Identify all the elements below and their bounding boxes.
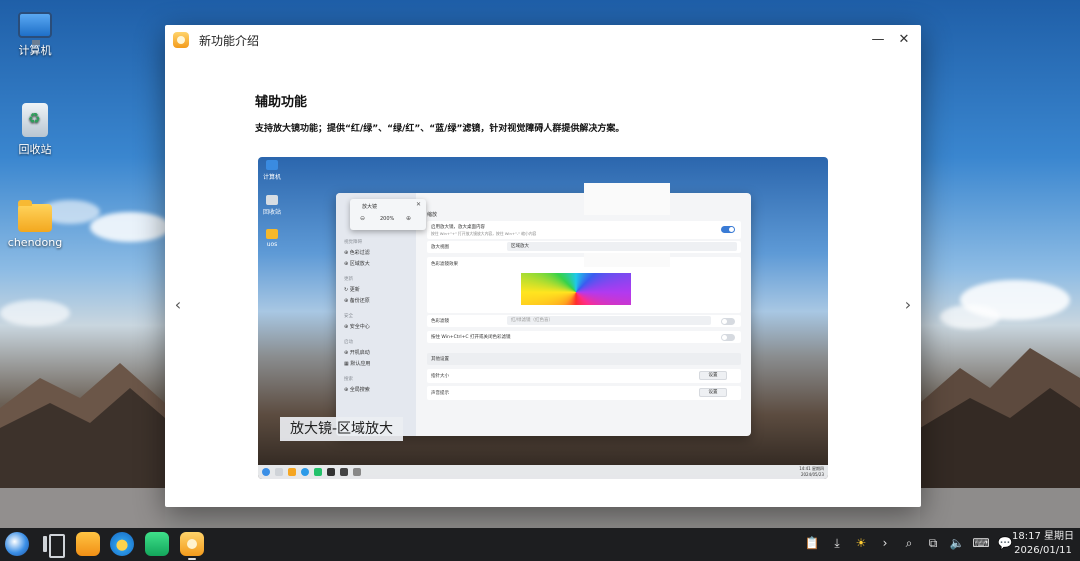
panel-row: 色彩滤镜 红/绿滤镜（红色盲）	[427, 315, 741, 327]
section-description: 支持放大镜功能；提供“红/绿”、“绿/红”、“蓝/绿”滤镜，针对视觉障碍人群提供…	[255, 124, 625, 134]
mini-clock: 14:41 星期四 2024/05/23	[799, 466, 824, 477]
desktop-icon-trash[interactable]: 回收站	[0, 103, 70, 157]
desktop-icon-label: 计算机	[18, 44, 52, 57]
panel-section-title: 缩放	[427, 212, 438, 218]
sidebar-category: 搜索	[344, 377, 353, 382]
settings-main-panel: 缩放 启用放大镜，放大桌面内容 按住 Win+"+" 打开放大镜放大内容，按住 …	[421, 193, 751, 436]
browser-icon[interactable]	[110, 532, 134, 556]
shortcut-toggle	[721, 334, 735, 341]
download-icon[interactable]: ⤓	[828, 536, 846, 551]
launcher-icon[interactable]	[5, 532, 29, 556]
desktop-icon-label: 回收站	[18, 143, 52, 156]
computer-icon	[18, 12, 52, 45]
active-app-indicator	[188, 558, 196, 560]
minimize-button[interactable]: —	[869, 31, 887, 49]
expand-icon[interactable]: ›	[876, 536, 894, 550]
zoom-out-icon: ⊖	[360, 215, 366, 222]
keyboard-icon[interactable]: ⌨	[972, 536, 990, 550]
close-button[interactable]: ✕	[895, 31, 913, 49]
sidebar-category: 安全	[344, 314, 353, 319]
panel-row: 其他设置	[427, 353, 741, 365]
desktop-icon-label: chendong	[7, 236, 63, 249]
screenshot-caption: 放大镜-区域放大	[280, 417, 404, 441]
blank-region	[584, 253, 670, 267]
panel-row: 声音提示 设置	[427, 386, 741, 400]
blank-region	[584, 183, 670, 215]
panel-row: 启用放大镜，放大桌面内容 按住 Win+"+" 打开放大镜放大内容，按住 Win…	[427, 221, 741, 239]
sidebar-item: ⊕ 全局搜索	[344, 387, 370, 393]
taskbar: 📋 ⤓ ☀ › ⌕ ⧉ 🔈 ⌨ 💬 18:17 星期日 2026/01/11	[0, 528, 1080, 561]
new-features-icon[interactable]	[180, 532, 204, 556]
magnifier-toggle	[721, 226, 735, 233]
sidebar-item: ▦ 默认应用	[344, 361, 371, 367]
panel-row: 指针大小 设置	[427, 369, 741, 383]
feature-screenshot: 计算机 回收站 uos 视觉障碍 ⊕ 色彩过滤 ⊕ 区域放大 更新 ↻ 更新 ⊕…	[258, 157, 828, 479]
multitask-icon[interactable]	[41, 532, 65, 558]
brightness-icon[interactable]: ☀	[852, 536, 870, 550]
window-titlebar[interactable]: 新功能介绍 — ✕	[165, 25, 921, 55]
clipboard-icon[interactable]: 📋	[803, 536, 821, 550]
magnifier-popup: 放大镜 ✕ ⊖ 200% ⊕	[350, 199, 426, 230]
screenshot-icon[interactable]: ⧉	[924, 536, 942, 551]
app-store-icon[interactable]	[145, 532, 169, 556]
sidebar-item: ⊕ 色彩过滤	[344, 250, 370, 256]
panel-row: 按住 Win+Ctrl+C 打开或关闭色彩滤镜	[427, 331, 741, 343]
mini-desktop-icon: 回收站	[259, 195, 285, 216]
sidebar-item: ⊕ 安全中心	[344, 324, 370, 330]
sidebar-item: ⊕ 区域放大	[344, 261, 370, 267]
window-title: 新功能介绍	[199, 33, 260, 48]
window-content: 辅助功能 支持放大镜功能；提供“红/绿”、“绿/红”、“蓝/绿”滤镜，针对视觉障…	[165, 55, 921, 507]
clock-date: 2026/01/11	[1014, 545, 1072, 556]
sidebar-item: ↻ 更新	[344, 287, 360, 293]
volume-icon[interactable]: 🔈	[948, 536, 966, 550]
previous-page-button[interactable]: ‹	[170, 295, 186, 314]
panel-row: 放大视图 区域放大	[427, 241, 741, 253]
color-filter-toggle	[721, 318, 735, 325]
search-icon[interactable]: ⌕	[900, 536, 918, 551]
sidebar-category: 启动	[344, 340, 353, 345]
magnifier-close-icon: ✕	[415, 201, 421, 208]
notes-icon[interactable]	[76, 532, 100, 556]
trash-icon	[22, 103, 48, 137]
new-features-app-icon	[173, 32, 189, 48]
sidebar-item: ⊕ 开机启动	[344, 350, 370, 356]
new-features-window: 新功能介绍 — ✕ 辅助功能 支持放大镜功能；提供“红/绿”、“绿/红”、“蓝/…	[165, 25, 921, 507]
sidebar-category: 视觉障碍	[344, 240, 362, 245]
desktop-icon-folder[interactable]: chendong	[0, 200, 70, 249]
magnifier-title: 放大镜	[362, 204, 378, 210]
folder-icon	[18, 200, 52, 232]
taskbar-clock[interactable]: 18:17 星期日 2026/01/11	[1012, 530, 1074, 558]
desktop-icon-computer[interactable]: 计算机	[0, 8, 70, 58]
color-filter-preview	[521, 273, 631, 305]
clock-time: 18:17 星期日	[1012, 531, 1074, 542]
mini-desktop-icon: 计算机	[259, 160, 285, 181]
zoom-in-icon: ⊕	[406, 215, 412, 222]
mini-taskbar: 14:41 星期四 2024/05/23	[258, 465, 828, 479]
sidebar-item: ⊕ 备份还原	[344, 298, 370, 304]
sidebar-category: 更新	[344, 277, 353, 282]
zoom-level: 200%	[380, 216, 395, 222]
next-page-button[interactable]: ›	[900, 295, 916, 314]
mini-desktop-icon: uos	[259, 229, 285, 248]
section-heading: 辅助功能	[255, 95, 308, 110]
